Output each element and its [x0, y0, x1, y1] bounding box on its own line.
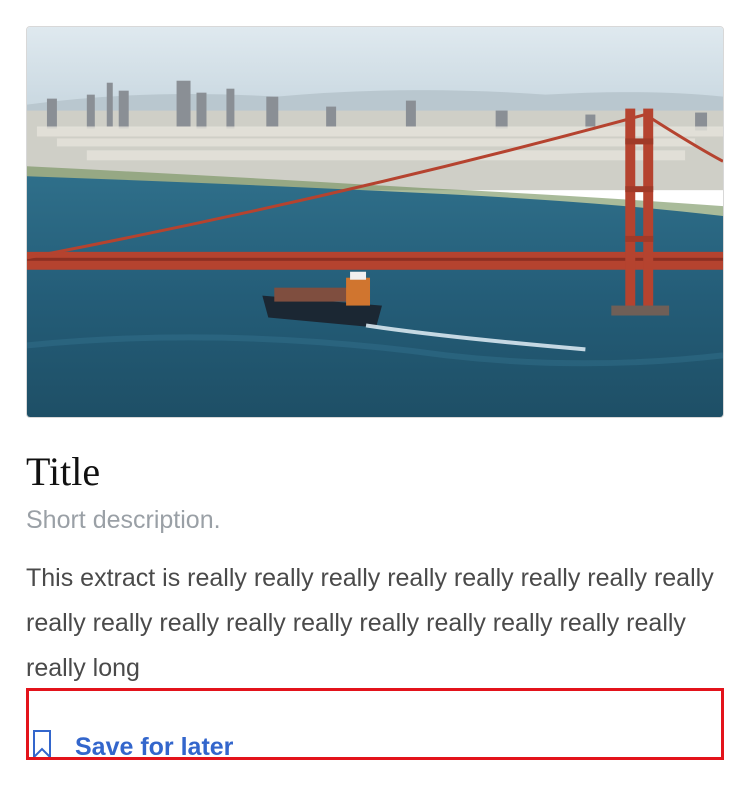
save-for-later-row[interactable]: Save for later [26, 688, 724, 760]
content-card: Title Short description. This extract is… [26, 26, 724, 760]
bookmark-icon [33, 730, 51, 757]
hero-image [26, 26, 724, 418]
card-title: Title [26, 449, 101, 494]
card-extract: This extract is really really really rea… [26, 564, 714, 682]
card-description: Short description. [26, 506, 221, 534]
save-for-later-button[interactable]: Save for later [75, 729, 233, 757]
